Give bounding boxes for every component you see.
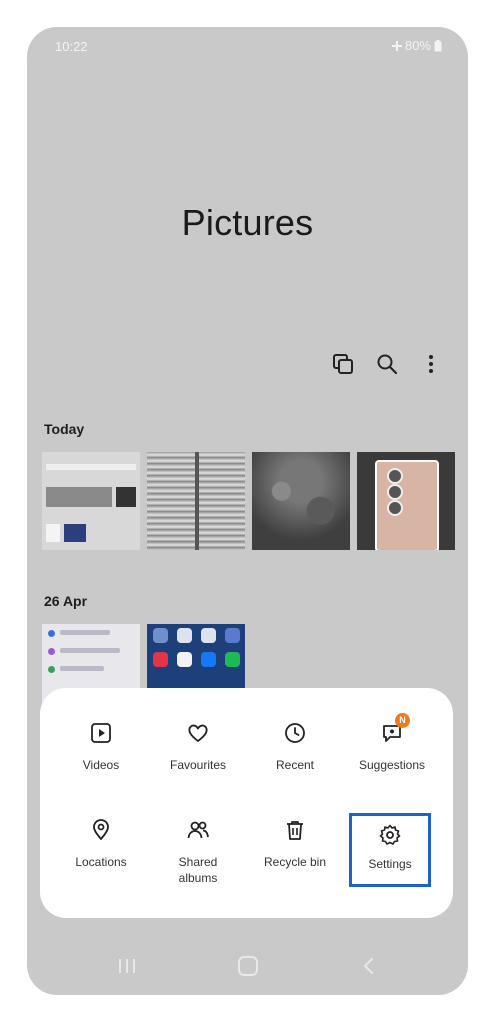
back-icon[interactable] xyxy=(357,954,381,978)
toolbar xyxy=(332,353,442,375)
photo-thumbnail[interactable] xyxy=(252,452,350,550)
new-badge: N xyxy=(395,713,410,728)
gear-icon xyxy=(378,823,402,847)
menu-item-label: Shared albums xyxy=(178,855,218,885)
photo-row-today xyxy=(42,452,455,550)
status-time: 10:22 xyxy=(55,39,88,54)
menu-item-recent[interactable]: Recent xyxy=(247,705,343,791)
people-icon xyxy=(186,818,210,842)
menu-item-label: Settings xyxy=(368,857,412,871)
section-label-26-apr: 26 Apr xyxy=(44,593,88,609)
phone-box-image xyxy=(375,460,439,550)
recent-apps-icon[interactable] xyxy=(115,954,139,978)
more-options-icon[interactable] xyxy=(420,353,442,375)
status-indicators: 80% xyxy=(391,38,442,53)
navigation-bar xyxy=(27,947,468,983)
menu-item-settings[interactable]: Settings xyxy=(349,813,431,887)
menu-item-suggestions[interactable]: N Suggestions xyxy=(344,705,440,791)
battery-icon xyxy=(434,39,442,51)
menu-item-label: Favourites xyxy=(169,758,227,772)
menu-item-label: Recent xyxy=(275,758,315,772)
photo-thumbnail[interactable] xyxy=(357,452,455,550)
charging-icon xyxy=(391,40,402,51)
clock-icon xyxy=(283,721,307,745)
page-title: Pictures xyxy=(181,202,314,243)
menu-item-locations[interactable]: Locations xyxy=(53,802,149,888)
menu-item-videos[interactable]: Videos xyxy=(53,705,149,791)
location-pin-icon xyxy=(89,818,113,842)
select-multiple-icon[interactable] xyxy=(332,353,354,375)
photo-thumbnail[interactable] xyxy=(42,452,140,550)
trash-icon xyxy=(283,818,307,842)
section-label-today: Today xyxy=(44,421,85,437)
menu-item-label: Locations xyxy=(75,855,127,869)
play-video-icon xyxy=(89,721,113,745)
home-icon[interactable] xyxy=(236,954,260,978)
photo-thumbnail[interactable] xyxy=(147,452,245,550)
menu-item-recycle-bin[interactable]: Recycle bin xyxy=(247,802,343,888)
suggestions-icon: N xyxy=(380,713,410,745)
heart-icon xyxy=(186,721,210,745)
menu-item-label: Suggestions xyxy=(358,758,426,772)
phone-screen: 10:22 80% Pictures Today 26 Apr Videos F… xyxy=(27,27,468,995)
menu-item-label: Videos xyxy=(82,758,120,772)
search-icon[interactable] xyxy=(376,353,398,375)
status-bar: 10:22 80% xyxy=(27,27,468,67)
menu-item-shared-albums[interactable]: Shared albums xyxy=(150,802,246,888)
battery-percent: 80% xyxy=(404,38,431,53)
menu-item-favourites[interactable]: Favourites xyxy=(150,705,246,791)
gallery-menu-sheet: Videos Favourites Recent N Suggestions L… xyxy=(40,688,453,918)
menu-item-label: Recycle bin xyxy=(263,855,327,869)
